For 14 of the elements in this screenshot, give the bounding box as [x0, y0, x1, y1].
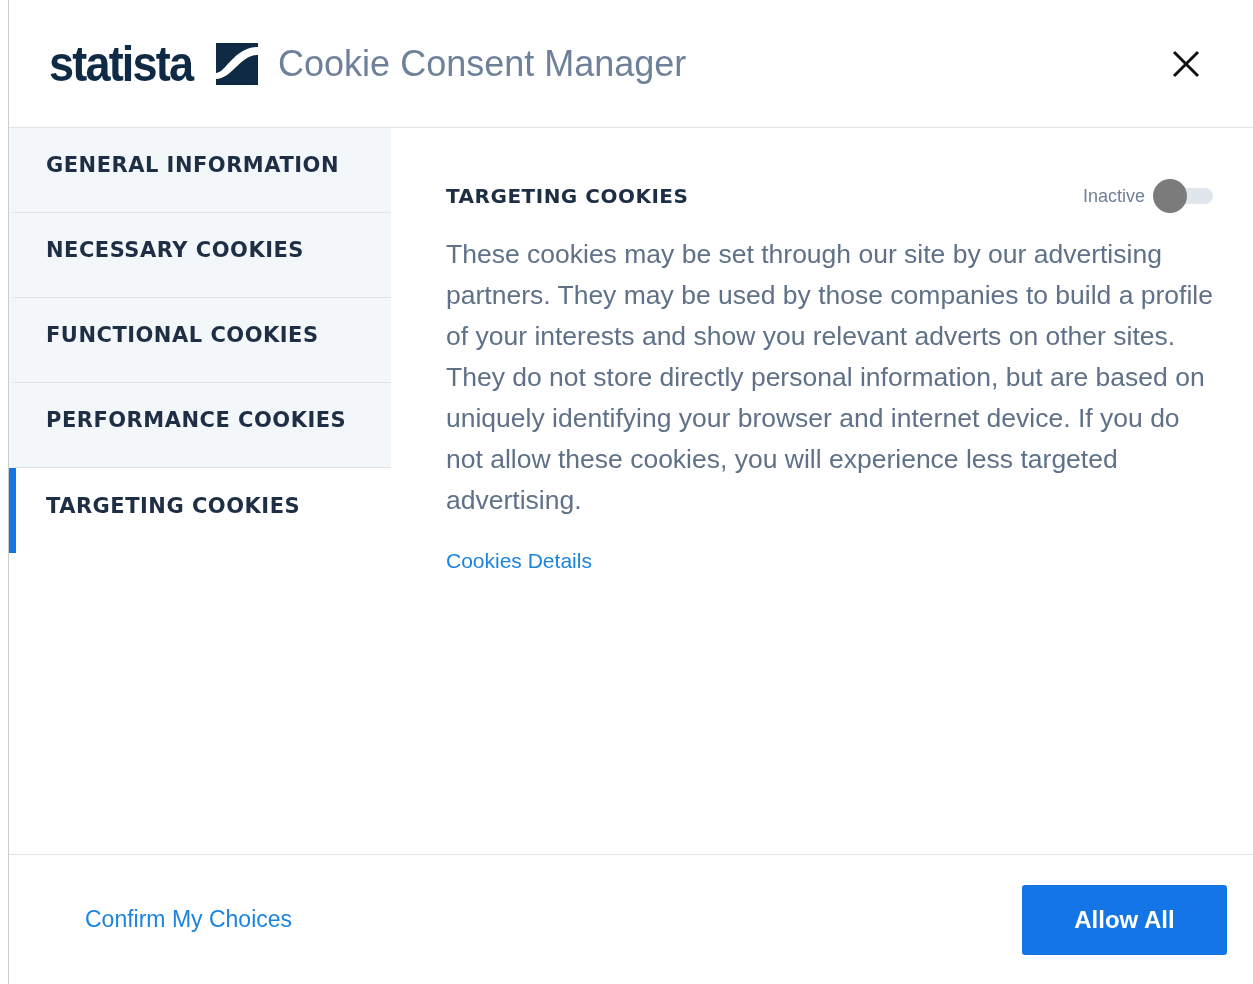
- sidebar-tab[interactable]: GENERAL INFORMATION: [9, 128, 391, 213]
- toggle-switch[interactable]: [1153, 178, 1213, 214]
- sidebar-tab[interactable]: FUNCTIONAL COOKIES: [9, 298, 391, 383]
- dialog-title: Cookie Consent Manager: [278, 42, 687, 85]
- sidebar-tab[interactable]: PERFORMANCE COOKIES: [9, 383, 391, 468]
- cookies-details-link[interactable]: Cookies Details: [446, 549, 592, 573]
- confirm-choices-link[interactable]: Confirm My Choices: [85, 906, 293, 933]
- sidebar-tab[interactable]: NECESSARY COOKIES: [9, 213, 391, 298]
- section-heading: TARGETING COOKIES: [446, 184, 689, 208]
- description-text: These cookies may be set through our site by our advertising partners. They may be used by those companies to build a profile of your interests and show you relevant adverts on other sites. They do not store directly personal information, but are based on uniquely identifying your browser and internet device. If you do not allow these cookies, you will experience less targeted advertising.: [446, 238, 1213, 517]
- logo-icon: [216, 42, 259, 85]
- toggle-label: Inactive: [1082, 185, 1145, 207]
- logo-wordmark: statista: [49, 34, 193, 93]
- allow-all-button[interactable]: Allow All: [1022, 884, 1227, 955]
